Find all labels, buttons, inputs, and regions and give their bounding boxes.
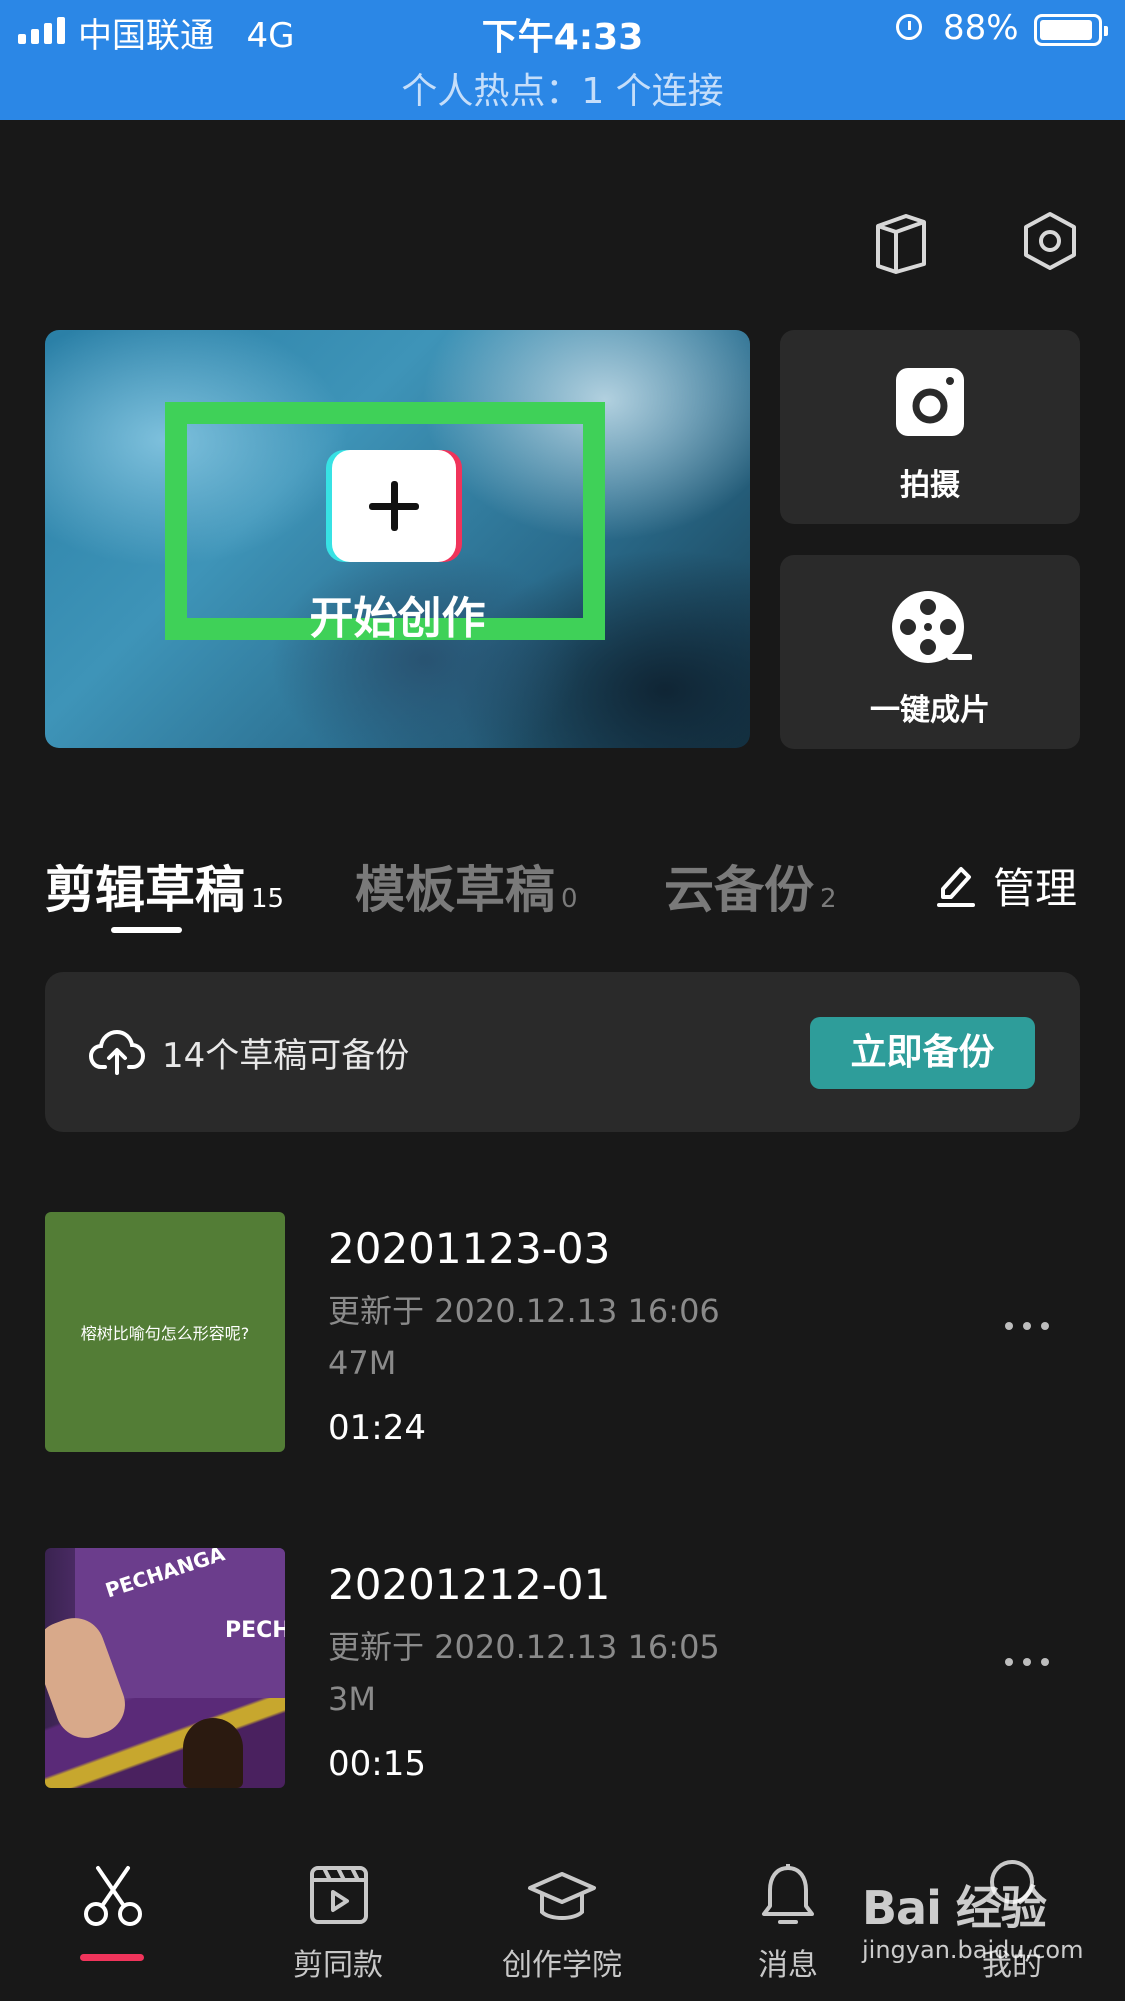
draft-updated: 更新于 2020.12.13 16:05: [328, 1628, 720, 1666]
settings-gear-icon[interactable]: [1020, 210, 1080, 272]
new-project-button[interactable]: [326, 450, 462, 562]
shoot-label: 拍摄: [900, 468, 960, 503]
draft-title: 20201123-03: [328, 1224, 611, 1273]
start-creation-card[interactable]: 开始创作: [45, 330, 750, 748]
backup-now-button[interactable]: 立即备份: [810, 1017, 1035, 1089]
bell-icon: [762, 1864, 814, 1924]
bottom-nav: 剪同款 创作学院 消息 我的: [0, 1838, 1125, 2001]
scissors-icon: [84, 1866, 142, 1926]
nav-academy[interactable]: 创作学院: [462, 1838, 662, 2001]
edit-pencil-icon: [937, 866, 975, 907]
draft-item[interactable]: 榕树比喻句怎么形容呢? 20201123-03 更新于 2020.12.13 1…: [45, 1212, 1080, 1452]
camera-icon: [896, 368, 964, 436]
nav-label: 我的: [982, 1948, 1042, 1983]
nav-label: 消息: [758, 1948, 818, 1983]
backup-text: 14个草稿可备份: [162, 1036, 410, 1076]
hotspot-banner[interactable]: 个人热点：1 个连接: [0, 62, 1125, 114]
tab-edit-drafts[interactable]: 剪辑草稿 15: [45, 850, 284, 922]
tab-template-drafts[interactable]: 模板草稿 0: [355, 850, 578, 922]
tab-cloud-backup[interactable]: 云备份 2: [664, 850, 837, 922]
active-nav-indicator: [80, 1954, 144, 1961]
start-creation-label: 开始创作: [309, 593, 486, 644]
tutorial-book-icon[interactable]: [872, 212, 930, 274]
active-tab-indicator: [111, 927, 182, 933]
one-click-label: 一键成片: [870, 693, 990, 728]
graduation-cap-icon: [528, 1872, 596, 1920]
shoot-button[interactable]: 拍摄: [780, 330, 1080, 524]
thumbnail-caption: 榕树比喻句怎么形容呢?: [80, 1324, 250, 1343]
tab-count: 15: [251, 884, 285, 914]
alarm-icon: [896, 14, 922, 40]
thumbnail-text: PECHA: [225, 1618, 285, 1643]
manage-button[interactable]: 管理: [935, 855, 1077, 916]
draft-size: 3M: [328, 1680, 376, 1718]
nav-label: 创作学院: [502, 1948, 622, 1983]
nav-same-style[interactable]: 剪同款: [238, 1838, 438, 2001]
draft-duration: 01:24: [328, 1408, 426, 1448]
nav-label: 剪同款: [293, 1948, 383, 1983]
manage-label: 管理: [993, 864, 1078, 913]
tab-count: 0: [561, 884, 578, 914]
draft-title: 20201212-01: [328, 1560, 611, 1609]
tab-label: 模板草稿: [355, 861, 555, 919]
film-reel-icon: [892, 591, 972, 663]
nav-profile[interactable]: 我的: [912, 1838, 1112, 2001]
cloud-upload-icon: [89, 1029, 145, 1075]
nav-edit[interactable]: [12, 1838, 212, 2001]
backup-banner: 14个草稿可备份 立即备份: [45, 972, 1080, 1132]
tab-label: 云备份: [664, 861, 814, 919]
more-options-icon[interactable]: [1005, 1658, 1049, 1666]
battery-percent: 88%: [943, 8, 1019, 48]
profile-icon: [990, 1860, 1034, 1904]
clapper-icon: [310, 1866, 368, 1924]
one-click-video-button[interactable]: 一键成片: [780, 555, 1080, 749]
plus-icon[interactable]: [332, 450, 456, 562]
tab-count: 2: [820, 884, 837, 914]
draft-thumbnail: 榕树比喻句怎么形容呢?: [45, 1212, 285, 1452]
tab-label: 剪辑草稿: [45, 861, 245, 919]
draft-size: 47M: [328, 1344, 397, 1382]
status-bar: 中国联通 4G 下午4:33 88% 个人热点：1 个连接: [0, 0, 1125, 120]
more-options-icon[interactable]: [1005, 1322, 1049, 1330]
draft-item[interactable]: PECHANGA PECHA 20201212-01 更新于 2020.12.1…: [45, 1548, 1080, 1788]
battery-icon: [1034, 14, 1108, 46]
draft-updated: 更新于 2020.12.13 16:06: [328, 1292, 720, 1330]
draft-thumbnail: PECHANGA PECHA: [45, 1548, 285, 1788]
nav-messages[interactable]: 消息: [688, 1838, 888, 2001]
draft-duration: 00:15: [328, 1744, 426, 1784]
